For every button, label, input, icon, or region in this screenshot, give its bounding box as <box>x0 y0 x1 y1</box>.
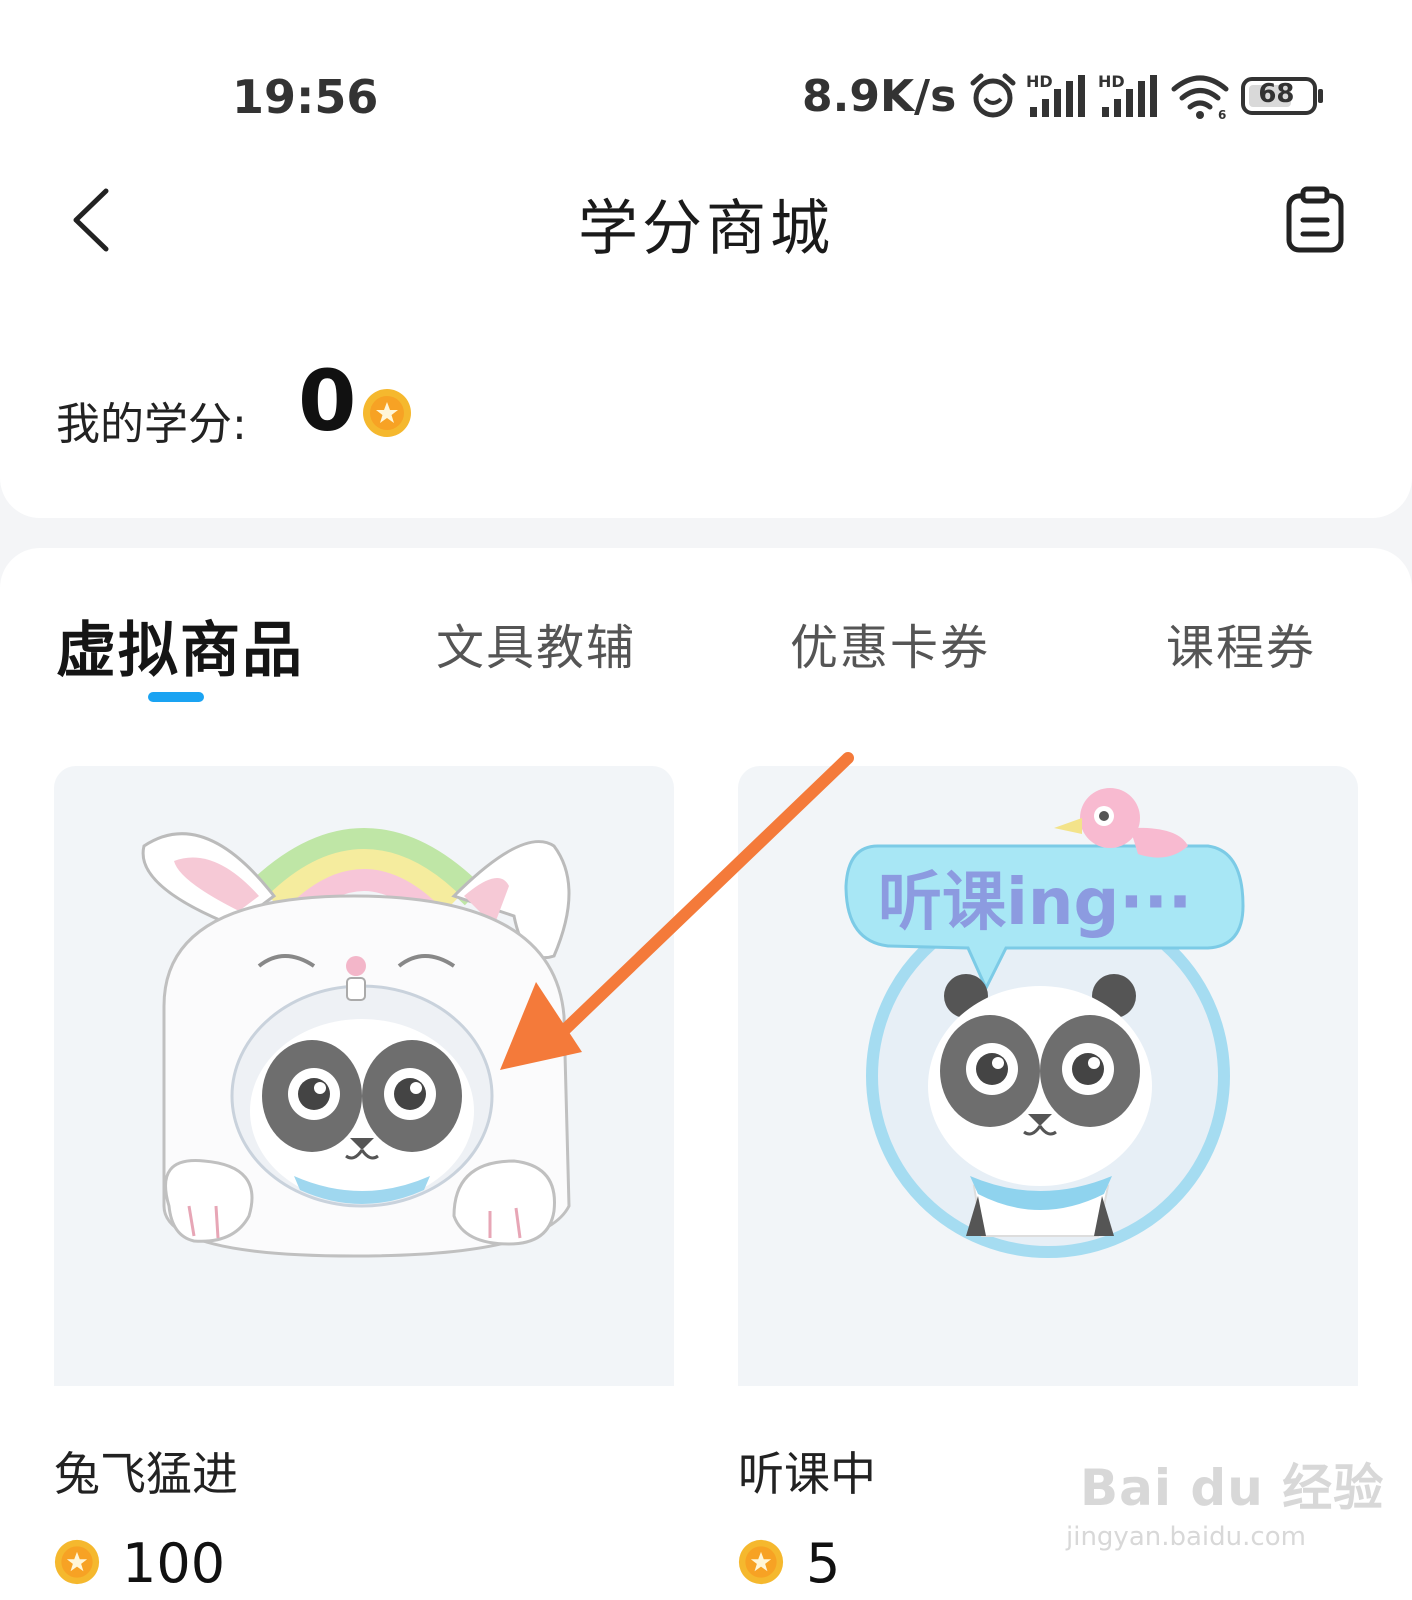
product-image-rabbit <box>54 766 674 1386</box>
watermark-sub: jingyan.baidu.com <box>1066 1522 1306 1552</box>
credits-label: 我的学分: <box>56 399 247 450</box>
svg-text:HD: HD <box>1026 72 1053 91</box>
tab-indicator <box>148 692 204 702</box>
product-price: 100 <box>54 1532 674 1595</box>
alarm-icon <box>968 71 1018 121</box>
watermark: Bai du 经验 jingyan.baidu.com <box>1066 1448 1385 1552</box>
coin-icon <box>362 388 412 442</box>
status-bar-right: 8.9K/s HD HD 6 68 <box>802 66 1326 126</box>
product-panel: 虚拟商品 文具教辅 优惠卡券 课程券 兔飞猛进 100 听课ing··· 听课中… <box>0 548 1412 1600</box>
page: 19:56 8.9K/s HD HD 6 68 学分商城 我的学分: 0 虚拟商… <box>0 0 1412 1600</box>
category-tabs: 虚拟商品 文具教辅 优惠卡券 课程券 <box>0 608 1412 708</box>
svg-text:6: 6 <box>1218 108 1226 121</box>
tab-course-vouchers[interactable]: 课程券 <box>1166 608 1316 678</box>
page-title: 学分商城 <box>578 194 834 264</box>
tab-stationery[interactable]: 文具教辅 <box>436 608 636 678</box>
watermark-main: Bai du 经验 <box>1080 1459 1385 1517</box>
status-time: 19:56 <box>232 70 379 124</box>
product-card[interactable]: 兔飞猛进 100 <box>54 766 674 1595</box>
product-price-value: 5 <box>806 1532 841 1595</box>
product-price-value: 100 <box>122 1532 226 1595</box>
product-name: 兔飞猛进 <box>54 1447 238 1501</box>
header-card: 19:56 8.9K/s HD HD 6 68 学分商城 我的学分: 0 <box>0 0 1412 518</box>
hd-signal-icon: HD <box>1026 71 1090 121</box>
battery-icon: 68 <box>1240 75 1326 117</box>
bubble-text: 听课ing··· <box>878 866 1192 940</box>
tab-coupons[interactable]: 优惠卡券 <box>790 608 990 678</box>
orders-button[interactable] <box>1280 182 1350 258</box>
clipboard-icon <box>1286 186 1344 253</box>
net-speed: 8.9K/s <box>802 70 957 122</box>
coin-icon <box>738 1539 784 1589</box>
tab-virtual-goods[interactable]: 虚拟商品 <box>56 602 304 689</box>
product-image-listening: 听课ing··· <box>738 766 1358 1386</box>
battery-level: 68 <box>1258 79 1295 109</box>
coin-icon <box>54 1539 100 1589</box>
svg-text:HD: HD <box>1098 72 1125 91</box>
credits-value: 0 <box>298 352 357 450</box>
hd-signal-icon: HD <box>1098 71 1162 121</box>
wifi-icon: 6 <box>1170 71 1232 121</box>
